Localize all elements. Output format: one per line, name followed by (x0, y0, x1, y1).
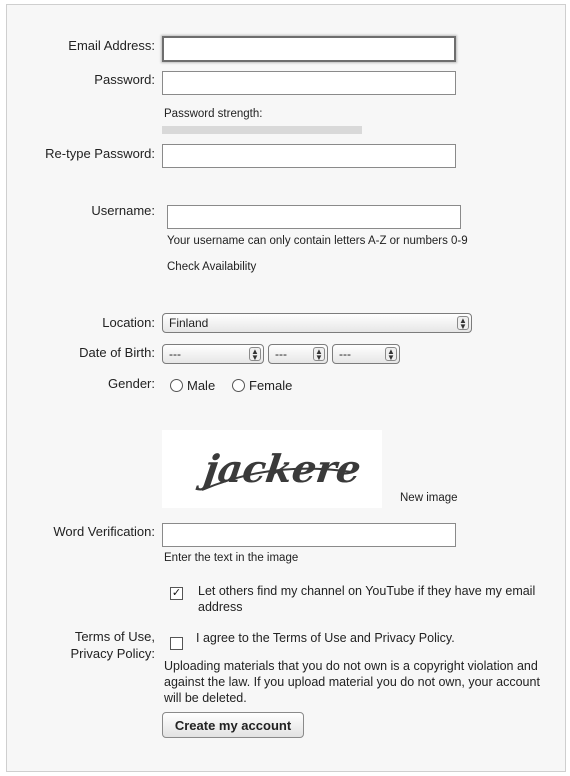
dob-day-select[interactable]: --- ▲ ▼ (268, 344, 328, 364)
dob-year-select[interactable]: --- ▲ ▼ (332, 344, 400, 364)
dob-month-value: --- (169, 347, 181, 361)
password-label: Password: (94, 72, 155, 87)
copyright-notice: Uploading materials that you do not own … (164, 659, 540, 705)
female-label: Female (249, 378, 293, 393)
select-arrows-icon: ▲ ▼ (457, 316, 469, 331)
dob-day-value: --- (275, 347, 287, 361)
word-verification-field[interactable] (162, 523, 456, 547)
word-verification-label: Word Verification: (53, 524, 155, 539)
create-account-button[interactable]: Create my account (162, 712, 304, 738)
location-select[interactable]: Finland ▲ ▼ (162, 313, 472, 333)
email-label: Email Address: (68, 38, 155, 53)
terms-label: Terms of Use, Privacy Policy: (40, 628, 155, 662)
dob-month-select[interactable]: --- ▲ ▼ (162, 344, 264, 364)
terms-checkbox[interactable] (170, 637, 183, 650)
password-field[interactable] (162, 71, 456, 95)
location-selected-value: Finland (169, 316, 209, 330)
select-arrows-icon: ▲ ▼ (313, 347, 325, 362)
password-strength-label: Password strength: (164, 108, 263, 120)
username-label: Username: (91, 203, 155, 218)
terms-label-line1: Terms of Use, (74, 629, 155, 644)
select-arrows-icon: ▲ ▼ (249, 347, 261, 362)
captcha-image: jackere (162, 430, 382, 508)
gender-female-option[interactable]: Female (232, 378, 292, 393)
password-strength-meter (162, 126, 362, 134)
check-availability-link[interactable]: Check Availability (167, 261, 256, 273)
female-radio[interactable] (232, 379, 245, 392)
retype-password-label: Re-type Password: (45, 146, 155, 161)
find-channel-text: Let others find my channel on YouTube if… (198, 584, 536, 614)
email-field[interactable] (162, 36, 456, 62)
new-image-link[interactable]: New image (400, 492, 458, 504)
gender-label: Gender: (108, 376, 155, 391)
select-arrows-icon: ▲ ▼ (385, 347, 397, 362)
username-hint: Your username can only contain letters A… (167, 235, 468, 247)
gender-male-option[interactable]: Male (170, 378, 215, 393)
terms-label-line2: Privacy Policy: (70, 646, 155, 661)
male-radio[interactable] (170, 379, 183, 392)
checkmark-icon: ✓ (171, 587, 182, 599)
dob-label: Date of Birth: (79, 345, 155, 360)
word-verification-hint: Enter the text in the image (164, 552, 299, 564)
male-label: Male (187, 378, 216, 393)
username-field[interactable] (167, 205, 461, 229)
find-channel-checkbox[interactable]: ✓ (170, 587, 183, 600)
terms-agree-text: I agree to the Terms of Use and Privacy … (196, 631, 455, 645)
location-label: Location: (102, 315, 155, 330)
dob-year-value: --- (339, 347, 351, 361)
retype-password-field[interactable] (162, 144, 456, 168)
captcha-graphic: jackere (194, 447, 363, 492)
